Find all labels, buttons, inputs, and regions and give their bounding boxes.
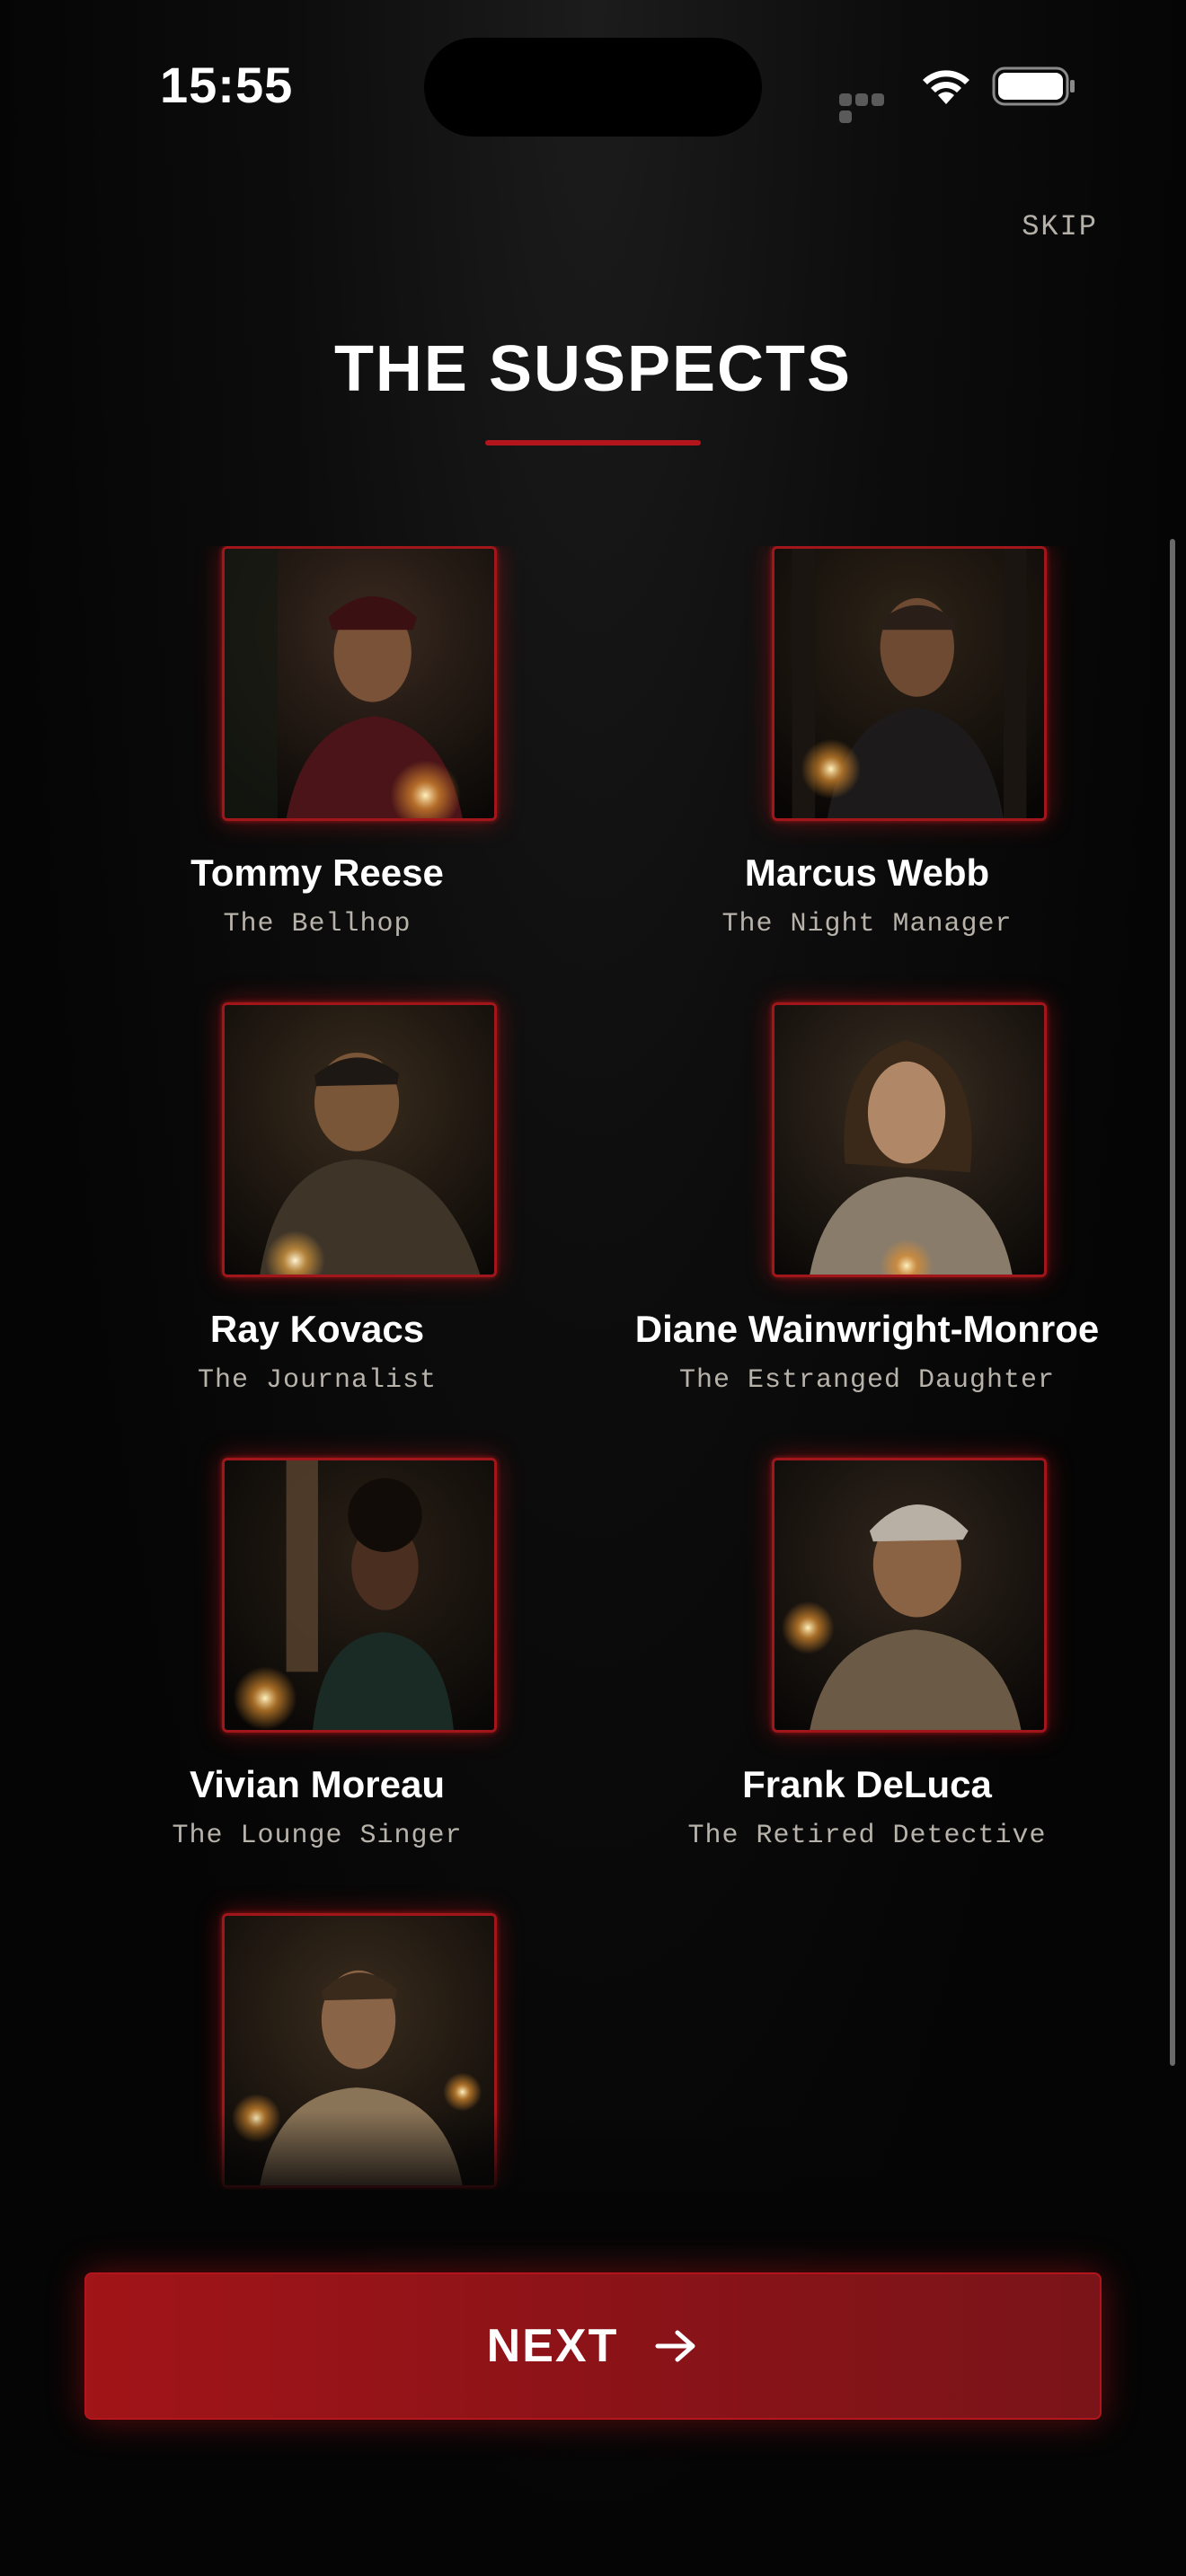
suspect-role: The Night Manager: [721, 909, 1013, 940]
suspect-card[interactable]: Tommy Reese The Bellhop: [42, 546, 592, 959]
status-time: 15:55: [160, 57, 294, 113]
status-bar: 15:55: [0, 0, 1186, 153]
cellular-signal-icon: [839, 93, 902, 123]
bottom-fade: [0, 2111, 1186, 2245]
suspect-name: Marcus Webb: [744, 851, 990, 894]
suspect-name: Frank DeLuca: [742, 1763, 992, 1805]
suspect-portrait: [222, 1458, 497, 1733]
battery-icon: [992, 66, 1075, 106]
suspect-name: Ray Kovacs: [209, 1308, 425, 1350]
suspect-name: Tommy Reese: [190, 851, 444, 894]
suspect-role: The Estranged Daughter: [678, 1365, 1056, 1396]
suspect-portrait: [772, 1002, 1047, 1277]
suspect-role: The Retired Detective: [687, 1821, 1047, 1851]
suspect-card[interactable]: Ray Kovacs The Journalist: [42, 1002, 592, 1416]
next-label: NEXT: [486, 2320, 619, 2372]
suspects-grid: Tommy Reese The Bellhop Marcus Webb The …: [0, 546, 1186, 2190]
suspect-role: The Bellhop: [223, 909, 412, 940]
wifi-icon: [923, 70, 969, 104]
suspect-name: Diane Wainwright-Monroe: [634, 1308, 1100, 1350]
suspect-role: The Lounge Singer: [172, 1821, 463, 1851]
suspect-role: The Journalist: [197, 1365, 438, 1396]
suspect-portrait: [772, 1458, 1047, 1733]
suspect-card[interactable]: Vivian Moreau The Lounge Singer: [42, 1458, 592, 1871]
dynamic-island: [424, 38, 762, 137]
next-button[interactable]: NEXT: [84, 2272, 1102, 2420]
scrollbar[interactable]: [1170, 539, 1175, 2066]
suspect-card[interactable]: Diane Wainwright-Monroe The Estranged Da…: [592, 1002, 1142, 1416]
suspect-portrait: [222, 546, 497, 821]
suspect-name: Vivian Moreau: [190, 1763, 445, 1805]
page-title: THE SUSPECTS: [333, 333, 853, 405]
suspect-card[interactable]: Frank DeLuca The Retired Detective: [592, 1458, 1142, 1871]
arrow-right-icon: [655, 2330, 695, 2362]
suspect-portrait: [772, 546, 1047, 821]
suspect-card[interactable]: Marcus Webb The Night Manager: [592, 546, 1142, 959]
title-underline: [485, 440, 701, 446]
suspect-portrait: [222, 1002, 497, 1277]
skip-button[interactable]: SKIP: [1022, 210, 1098, 243]
